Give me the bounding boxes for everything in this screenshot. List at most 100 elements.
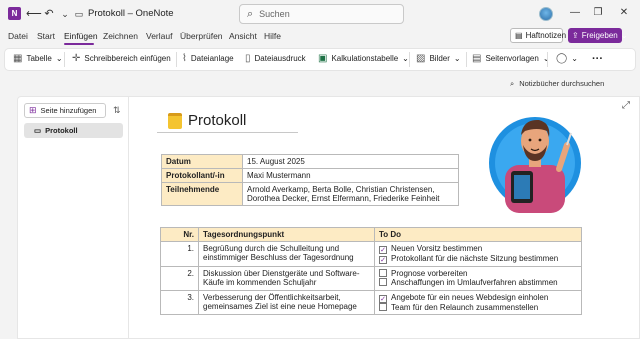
- sticky-notes-button[interactable]: ▤ Haftnotizen: [510, 28, 566, 43]
- ribbon-separator: [547, 52, 548, 67]
- excel-icon: ▣: [318, 53, 328, 64]
- page-item-label: Protokoll: [45, 126, 78, 135]
- tab-ueberpruefen[interactable]: Überprüfen: [180, 31, 223, 41]
- agenda-item[interactable]: Diskussion über Dienstgeräte und Softwar…: [198, 266, 375, 291]
- share-button[interactable]: ⇪ Freigeben ⌄: [568, 28, 627, 43]
- agenda-item[interactable]: Begrüßung durch die Schulleitung und ein…: [198, 241, 375, 267]
- add-page-button[interactable]: ⊞ Seite hinzufügen: [24, 103, 106, 118]
- table-row: Protokollant/-in Maxi Mustermann: [161, 168, 459, 183]
- info-key: Protokollant/-in: [161, 168, 243, 183]
- file-attachment-label: Dateianlage: [190, 54, 234, 63]
- todo-text[interactable]: Team für den Relaunch zusammenstellen: [391, 303, 538, 312]
- tab-hilfe[interactable]: Hilfe: [264, 31, 281, 41]
- checkbox-unchecked[interactable]: [379, 303, 387, 311]
- agenda-table[interactable]: Nr. Tagesordnungspunkt To Do 1. Begrüßun…: [160, 227, 582, 315]
- checkbox-checked[interactable]: ✓: [379, 246, 387, 254]
- search-box[interactable]: ⌕ Suchen: [239, 4, 404, 24]
- insert-space-icon: ✛: [72, 53, 81, 64]
- notebook-search[interactable]: ⌕ Notizbücher durchsuchen: [510, 77, 634, 90]
- todo-item: Prognose vorbereiten: [379, 269, 577, 278]
- paperclip-icon: ⌇: [182, 53, 187, 64]
- page-icon: ▭: [74, 9, 84, 19]
- comment-button[interactable]: ◯ ⌄: [556, 53, 578, 64]
- agenda-nr: 1.: [160, 241, 199, 267]
- table-row: 1. Begrüßung durch die Schulleitung und …: [160, 241, 582, 267]
- more-options-icon[interactable]: ···: [592, 53, 603, 65]
- agenda-item[interactable]: Verbesserung der Öffentlichkeitsarbeit, …: [198, 290, 375, 315]
- spreadsheet-dropdown-icon: ⌄: [402, 54, 409, 63]
- page-title[interactable]: Protokoll: [168, 112, 246, 129]
- page-templates-button[interactable]: ▤Seitenvorlagen⌄: [472, 53, 550, 64]
- app-name: OneNote: [135, 8, 174, 19]
- tab-zeichnen[interactable]: Zeichnen: [103, 31, 138, 41]
- close-icon[interactable]: ✕: [617, 6, 631, 20]
- tab-start[interactable]: Start: [37, 31, 55, 41]
- spreadsheet-label: Kalkulationstabelle: [331, 54, 399, 63]
- insert-space-button[interactable]: ✛ Schreibbereich einfügen: [72, 53, 171, 64]
- info-key: Teilnehmende: [161, 182, 243, 206]
- onenote-app-icon[interactable]: N: [8, 7, 21, 20]
- info-value[interactable]: Maxi Mustermann: [242, 168, 459, 183]
- info-table[interactable]: Datum 15. August 2025 Protokollant/-in Max…: [161, 154, 459, 206]
- minimize-icon[interactable]: —: [568, 6, 582, 20]
- share-dropdown-icon: ⌄: [620, 31, 628, 40]
- user-avatar[interactable]: [539, 7, 553, 21]
- tab-datei[interactable]: Datei: [8, 31, 28, 41]
- restore-icon[interactable]: ❐: [591, 6, 605, 20]
- notebook-search-placeholder: Notizbücher durchsuchen: [519, 79, 605, 88]
- checkbox-unchecked[interactable]: [379, 278, 387, 286]
- page-templates-label: Seitenvorlagen: [485, 54, 539, 63]
- title-underline: [157, 132, 298, 133]
- checkbox-checked[interactable]: ✓: [379, 256, 387, 264]
- more-chevron-icon[interactable]: ⌄: [58, 7, 72, 21]
- back-icon[interactable]: ⟵: [26, 7, 42, 21]
- sort-icon[interactable]: ⇅: [113, 105, 121, 116]
- sidebar-page-protokoll[interactable]: ▭ Protokoll: [24, 123, 123, 138]
- pictures-button[interactable]: ▨ Bilder ⌄: [416, 53, 461, 64]
- todo-text[interactable]: Angebote für ein neues Webdesign einhole…: [391, 293, 548, 302]
- picture-icon: ▨: [416, 53, 426, 64]
- spreadsheet-button[interactable]: ▣ Kalkulationstabelle ⌄: [318, 53, 409, 64]
- page-item-icon: ▭: [34, 126, 42, 135]
- share-icon: ⇪: [572, 31, 579, 40]
- ribbon-separator: [176, 52, 177, 67]
- info-value[interactable]: Arnold Averkamp, Berta Bolle, Christian …: [242, 182, 459, 206]
- tab-verlauf[interactable]: Verlauf: [146, 31, 172, 41]
- undo-icon[interactable]: ↶: [42, 7, 56, 21]
- todo-item: ✓ Protokollant für die nächste Sitzung be…: [379, 254, 577, 264]
- checkbox-checked[interactable]: ✓: [379, 295, 387, 303]
- todo-text[interactable]: Anschaffungen im Umlaufverfahren abstimm…: [391, 278, 558, 287]
- expand-icon[interactable]: ⤢: [622, 100, 630, 111]
- page-title-text: Protokoll: [188, 112, 247, 129]
- pictures-label: Bilder: [429, 54, 450, 63]
- todo-cell: ✓ Neuen Vorsitz bestimmen ✓ Protokollant f…: [374, 241, 582, 267]
- agenda-nr: 3.: [160, 290, 199, 315]
- todo-text[interactable]: Prognose vorbereiten: [391, 269, 468, 278]
- todo-text[interactable]: Protokollant für die nächste Sitzung bes…: [391, 254, 558, 263]
- agenda-nr: 2.: [160, 266, 199, 291]
- sticky-note-icon: ▤: [515, 31, 523, 40]
- printout-icon: ▯: [245, 53, 251, 64]
- table-button[interactable]: ▦ Tabelle ⌄: [13, 53, 63, 64]
- col-todo-header: To Do: [374, 227, 582, 242]
- tab-einfuegen[interactable]: Einfügen: [64, 31, 98, 41]
- ribbon-separator: [64, 52, 65, 67]
- info-value[interactable]: 15. August 2025: [242, 154, 459, 169]
- pictures-dropdown-icon: ⌄: [453, 54, 461, 63]
- checkbox-unchecked[interactable]: [379, 269, 387, 277]
- table-header-row: Nr. Tagesordnungspunkt To Do: [160, 227, 582, 242]
- tab-ansicht[interactable]: Ansicht: [229, 31, 257, 41]
- add-page-icon: ⊞: [29, 105, 37, 115]
- todo-cell: ✓ Angebote für ein neues Webdesign einhol…: [374, 290, 582, 315]
- notebook-search-icon: ⌕: [510, 78, 515, 88]
- file-printout-button[interactable]: ▯ Dateiausdruck: [245, 53, 306, 64]
- active-tab-indicator: [64, 43, 94, 45]
- col-item-header: Tagesordnungspunkt: [198, 227, 375, 242]
- search-icon: ⌕: [247, 7, 254, 20]
- file-attachment-button[interactable]: ⌇ Dateianlage: [182, 53, 234, 64]
- add-page-label: Seite hinzufügen: [40, 106, 97, 115]
- template-icon: ▤: [472, 53, 482, 64]
- doc-title: Protokoll: [88, 8, 125, 19]
- todo-item: ✓ Angebote für ein neues Webdesign einhol…: [379, 293, 577, 303]
- todo-text[interactable]: Neuen Vorsitz bestimmen: [391, 244, 482, 253]
